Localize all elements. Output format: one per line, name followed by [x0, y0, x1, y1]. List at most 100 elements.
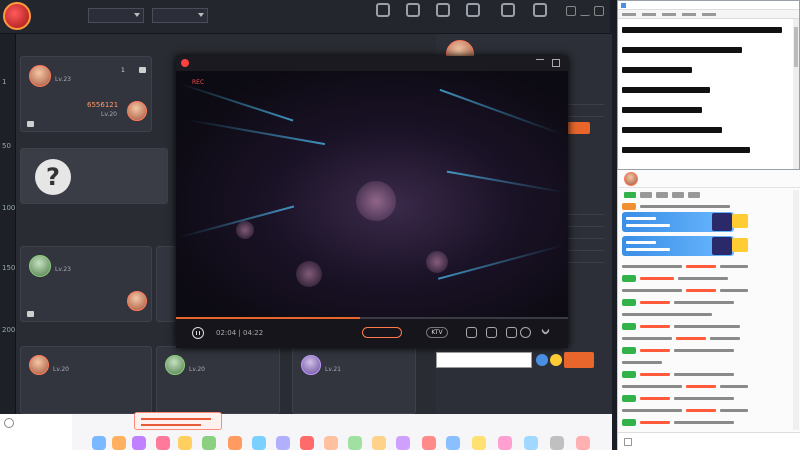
notepad-line: [622, 23, 792, 36]
gift-icon[interactable]: [252, 436, 266, 450]
notice-toast[interactable]: [134, 412, 222, 430]
gift-icon[interactable]: [422, 436, 436, 450]
notepad-scrollbar[interactable]: [793, 19, 799, 169]
chat-message: [622, 298, 770, 307]
voice-icon[interactable]: [536, 354, 548, 366]
chat-message: [622, 358, 770, 367]
loop-icon[interactable]: [520, 327, 531, 338]
player-title-bar: [176, 56, 568, 71]
chat-tab[interactable]: [640, 192, 652, 198]
nav-speed[interactable]: [527, 2, 553, 32]
app-logo-icon: [3, 2, 31, 30]
gift-icon[interactable]: [524, 436, 538, 450]
chat-tab[interactable]: [672, 192, 684, 198]
nav-mall[interactable]: [460, 2, 486, 32]
chat-message: [622, 334, 770, 343]
light-orb: [426, 251, 448, 273]
settings-icon[interactable]: [4, 418, 14, 428]
ruler-mark: 50: [2, 142, 11, 150]
gift-icon[interactable]: [348, 436, 362, 450]
room-card-7[interactable]: Lv.20: [20, 346, 152, 414]
player-avatar: [29, 355, 49, 375]
mode-toggle-button[interactable]: [362, 327, 402, 338]
notepad-title-bar: [618, 1, 799, 10]
gift-icon[interactable]: [300, 436, 314, 450]
close-button[interactable]: [552, 59, 560, 67]
notepad-line: [622, 83, 792, 96]
gift-icon[interactable]: [324, 436, 338, 450]
notepad-line: [622, 123, 792, 136]
room-card-4[interactable]: Lv.23: [20, 246, 152, 322]
send-button[interactable]: [564, 352, 594, 368]
create-room-button[interactable]: ?: [20, 148, 168, 204]
room-card-1[interactable]: Lv.23 1 6556121 Lv.20: [20, 56, 152, 132]
gift-icon[interactable]: [550, 436, 564, 450]
room-card-5-edge[interactable]: [156, 246, 176, 322]
light-orb: [356, 181, 396, 221]
ktv-button[interactable]: KTV: [426, 327, 448, 338]
gift-icon[interactable]: [498, 436, 512, 450]
ruler-mark: 1: [2, 78, 7, 86]
gift-icon[interactable]: [132, 436, 146, 450]
chat-panel: [617, 170, 800, 450]
chat-scrollbar[interactable]: [793, 190, 799, 430]
nav-bag[interactable]: [430, 2, 456, 32]
checkbox[interactable]: [624, 438, 632, 446]
gift-icon[interactable]: [472, 436, 486, 450]
chat-message: [622, 370, 770, 379]
gift-icon[interactable]: [576, 436, 590, 450]
equalizer-icon[interactable]: [486, 327, 497, 338]
gift-icon[interactable]: [202, 436, 216, 450]
chat-message: [622, 382, 770, 391]
chevron-down-icon: [134, 13, 140, 17]
nav-event[interactable]: [495, 2, 521, 32]
light-orb: [296, 261, 322, 287]
gift-icon[interactable]: [276, 436, 290, 450]
room-header: [186, 40, 266, 50]
event-icon: [501, 3, 515, 17]
toast-line: [141, 424, 201, 426]
pause-button[interactable]: [192, 327, 204, 339]
room-card-9[interactable]: Lv.21: [292, 346, 416, 414]
player-level: Lv.20: [53, 366, 69, 373]
gift-icon[interactable]: [112, 436, 126, 450]
effect-icon[interactable]: [506, 327, 517, 338]
nav-rank[interactable]: [400, 2, 426, 32]
player-count: 1: [121, 67, 125, 74]
minimize-button[interactable]: [536, 59, 544, 67]
rec-indicator: REC: [192, 79, 205, 86]
menu-button[interactable]: [566, 6, 576, 16]
mic-icon[interactable]: [466, 327, 477, 338]
light-beam: [446, 170, 566, 194]
gift-icon[interactable]: [446, 436, 460, 450]
nav-teach[interactable]: [370, 2, 396, 32]
room-card-8[interactable]: Lv.20: [156, 346, 280, 414]
notepad-line: [622, 143, 792, 156]
player-level: Lv.23: [55, 266, 71, 273]
video-area[interactable]: REC: [176, 71, 568, 317]
check-icon[interactable]: [540, 325, 551, 336]
chat-input[interactable]: [436, 352, 532, 368]
chat-message: [622, 406, 770, 415]
gift-icon[interactable]: [228, 436, 242, 450]
chat-tab[interactable]: [656, 192, 668, 198]
gift-icon[interactable]: [372, 436, 386, 450]
chat-tab[interactable]: [688, 192, 700, 198]
chat-message: [622, 262, 770, 271]
gift-icon[interactable]: [396, 436, 410, 450]
minimize-button[interactable]: [580, 6, 590, 16]
gift-icon[interactable]: [92, 436, 106, 450]
close-button[interactable]: [594, 6, 604, 16]
lock-icon: [139, 67, 146, 73]
region-select[interactable]: [88, 8, 144, 23]
player-level: Lv.23: [55, 76, 71, 83]
chat-tab[interactable]: [624, 192, 636, 198]
progress-bar[interactable]: [176, 317, 568, 319]
light-beam: [437, 244, 565, 280]
gift-icon[interactable]: [156, 436, 170, 450]
emoji-icon[interactable]: [550, 354, 562, 366]
gift-icon[interactable]: [178, 436, 192, 450]
chat-panel-footer: [618, 432, 800, 450]
chat-bar: [436, 352, 612, 370]
room-type-select[interactable]: [152, 8, 208, 23]
